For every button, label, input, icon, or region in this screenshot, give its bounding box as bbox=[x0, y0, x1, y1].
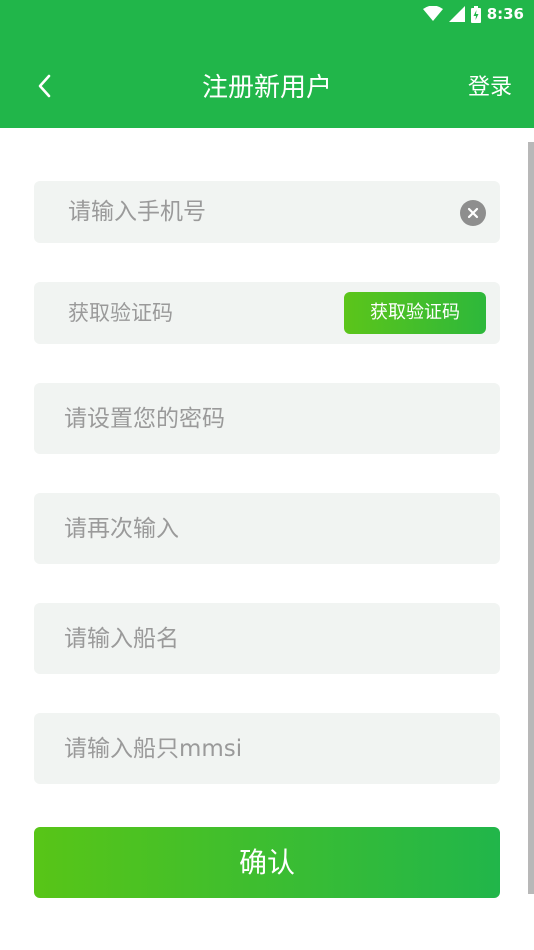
status-bar: 8:36 bbox=[422, 0, 524, 28]
password-input[interactable] bbox=[34, 383, 500, 454]
phone-input[interactable] bbox=[34, 181, 500, 243]
confirm-button[interactable]: 确认 bbox=[34, 827, 500, 898]
page-title: 注册新用户 bbox=[201, 73, 332, 103]
password-field bbox=[34, 383, 500, 454]
status-time: 8:36 bbox=[486, 5, 524, 23]
close-icon bbox=[467, 204, 479, 223]
get-code-button[interactable]: 获取验证码 bbox=[344, 292, 486, 334]
phone-field bbox=[34, 181, 500, 243]
wifi-icon bbox=[422, 6, 443, 22]
scrollbar[interactable] bbox=[528, 142, 534, 894]
ship-name-input[interactable] bbox=[34, 603, 500, 674]
clear-phone-button[interactable] bbox=[460, 200, 486, 226]
app-header: 8:36 注册新用户 登录 bbox=[0, 0, 534, 128]
ship-name-field bbox=[34, 603, 500, 674]
password-confirm-input[interactable] bbox=[34, 493, 500, 564]
battery-icon bbox=[470, 5, 481, 23]
signal-icon bbox=[448, 6, 465, 22]
verification-code-field: 获取验证码 bbox=[34, 282, 500, 344]
mmsi-input[interactable] bbox=[34, 713, 500, 784]
password-confirm-field bbox=[34, 493, 500, 564]
mmsi-field bbox=[34, 713, 500, 784]
toolbar: 注册新用户 登录 bbox=[0, 56, 534, 120]
login-link[interactable]: 登录 bbox=[468, 72, 512, 104]
